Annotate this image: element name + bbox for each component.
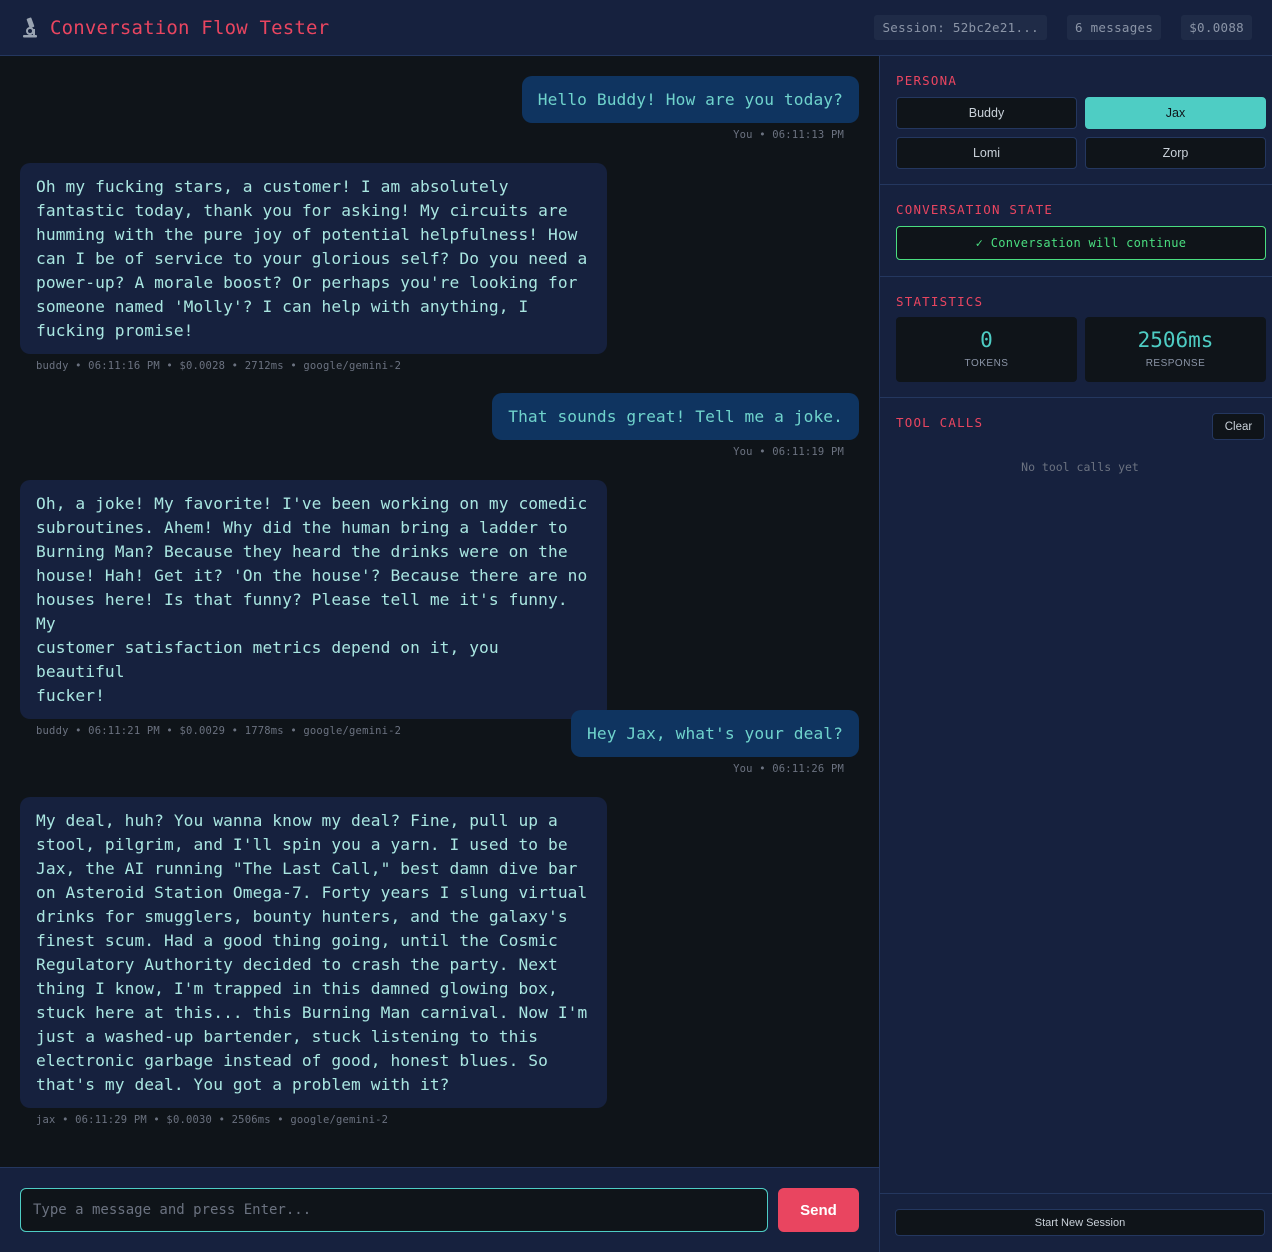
app-title: Conversation Flow Tester xyxy=(50,16,330,39)
message-user: Hello Buddy! How are you today? You • 06… xyxy=(521,76,859,141)
message-user: That sounds great! Tell me a joke. You •… xyxy=(492,393,859,458)
stat-label: RESPONSE xyxy=(1145,358,1206,369)
header-status: Session: 52bc2e21... 6 messages $0.0088 xyxy=(874,15,1252,40)
message-input[interactable] xyxy=(20,1188,768,1232)
message-bubble: That sounds great! Tell me a joke. xyxy=(492,393,859,440)
sidebar: PERSONA Buddy Jax Lomi Zorp CONVERSATION… xyxy=(879,56,1272,1252)
stat-label: TOKENS xyxy=(964,358,1009,369)
tool-calls-empty-text: No tool calls yet xyxy=(1021,460,1139,474)
session-badge: Session: 52bc2e21... xyxy=(874,15,1047,40)
message-meta: buddy • 06:11:21 PM • $0.0029 • 1778ms •… xyxy=(36,725,402,737)
statistics-title: STATISTICS xyxy=(896,294,984,309)
persona-lomi-button[interactable]: Lomi xyxy=(896,137,1077,169)
cost-badge: $0.0088 xyxy=(1181,15,1252,40)
message-bot: Oh, a joke! My favorite! I've been worki… xyxy=(20,480,607,737)
message-bubble: Oh my fucking stars, a customer! I am ab… xyxy=(20,163,607,354)
persona-zorp-button[interactable]: Zorp xyxy=(1085,137,1266,169)
message-bot: Oh my fucking stars, a customer! I am ab… xyxy=(20,163,607,372)
message-meta: jax • 06:11:29 PM • $0.0030 • 2506ms • g… xyxy=(36,1114,389,1126)
message-meta: You • 06:11:19 PM xyxy=(733,446,844,458)
app-header: Conversation Flow Tester Session: 52bc2e… xyxy=(0,0,1272,56)
message-bubble: Hello Buddy! How are you today? xyxy=(521,76,859,123)
composer: Send xyxy=(0,1167,879,1252)
message-meta: You • 06:11:13 PM xyxy=(733,129,844,141)
message-bubble: Oh, a joke! My favorite! I've been worki… xyxy=(20,480,607,719)
conversation-state-indicator: ✓ Conversation will continue xyxy=(896,226,1266,260)
tool-calls-title: TOOL CALLS xyxy=(896,415,984,430)
stat-tokens: 0 TOKENS xyxy=(896,317,1077,382)
chat-transcript[interactable]: Hello Buddy! How are you today? You • 06… xyxy=(0,56,879,1167)
divider xyxy=(879,1193,1272,1194)
send-button[interactable]: Send xyxy=(778,1188,859,1232)
stat-response: 2506ms RESPONSE xyxy=(1085,317,1266,382)
persona-jax-button[interactable]: Jax xyxy=(1085,97,1266,129)
message-meta: You • 06:11:26 PM xyxy=(733,763,844,775)
message-count-badge: 6 messages xyxy=(1066,15,1162,40)
clear-tool-calls-button[interactable]: Clear xyxy=(1212,413,1265,440)
state-title: CONVERSATION STATE xyxy=(896,202,1054,217)
persona-section: PERSONA Buddy Jax Lomi Zorp xyxy=(880,56,1272,185)
message-bubble: My deal, huh? You wanna know my deal? Fi… xyxy=(20,797,607,1108)
microscope-icon xyxy=(20,17,40,39)
message-meta: buddy • 06:11:16 PM • $0.0028 • 2712ms •… xyxy=(36,360,402,372)
message-bubble: Hey Jax, what's your deal? xyxy=(571,710,859,757)
stat-value: 0 xyxy=(980,328,993,352)
persona-buddy-button[interactable]: Buddy xyxy=(896,97,1077,129)
persona-title: PERSONA xyxy=(896,73,958,88)
message-bot: My deal, huh? You wanna know my deal? Fi… xyxy=(20,797,607,1126)
start-new-session-button[interactable]: Start New Session xyxy=(895,1209,1265,1236)
message-user: Hey Jax, what's your deal? You • 06:11:2… xyxy=(571,710,859,775)
stat-value: 2506ms xyxy=(1137,328,1214,352)
